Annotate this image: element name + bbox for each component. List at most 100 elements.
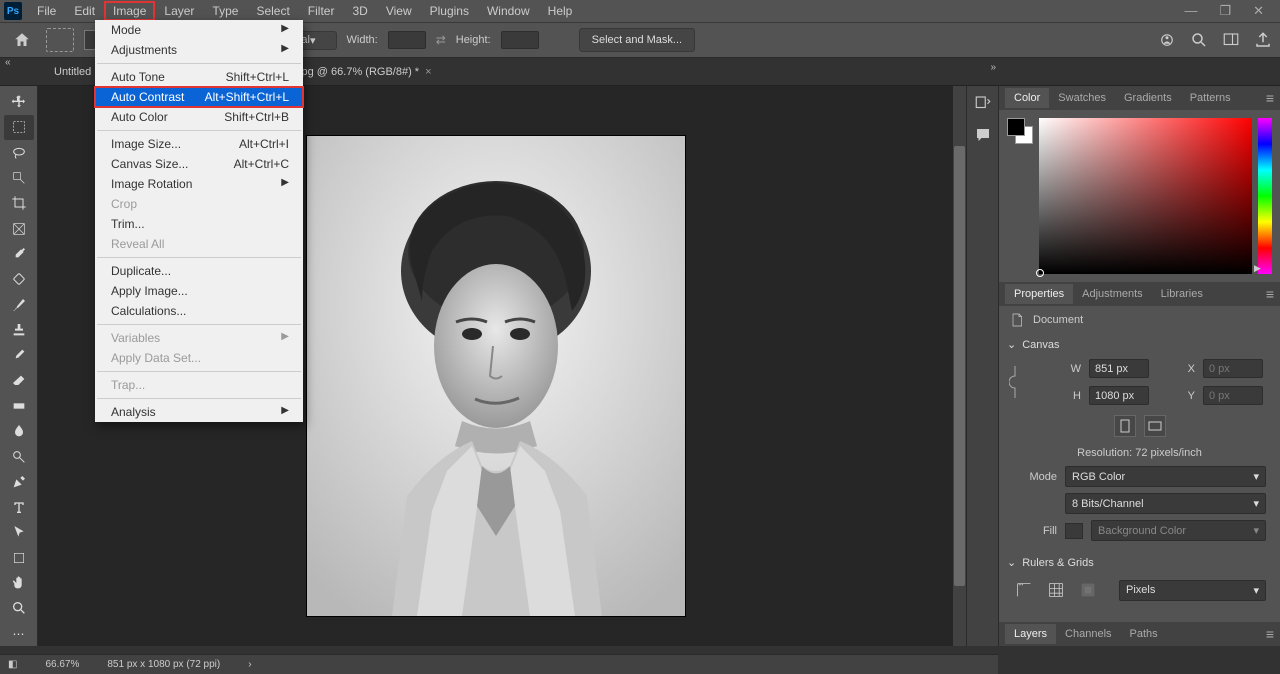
current-tool-icon[interactable] [46, 28, 74, 52]
ruler-icon[interactable] [1013, 579, 1035, 601]
path-select-tool[interactable] [4, 520, 34, 544]
menu-window[interactable]: Window [478, 1, 539, 21]
dd-duplicate[interactable]: Duplicate... [95, 261, 303, 281]
comments-panel-icon[interactable] [974, 126, 992, 144]
crop-tool[interactable] [4, 191, 34, 215]
stamp-tool[interactable] [4, 318, 34, 342]
hue-slider[interactable]: ▶ [1258, 118, 1272, 274]
tab-properties[interactable]: Properties [1005, 284, 1073, 304]
search-icon[interactable] [1190, 31, 1208, 49]
dd-canvas-size[interactable]: Canvas Size...Alt+Ctrl+C [95, 154, 303, 174]
dd-auto-tone[interactable]: Auto ToneShift+Ctrl+L [95, 67, 303, 87]
marquee-tool[interactable] [4, 115, 34, 139]
width-input[interactable] [1089, 359, 1149, 378]
mode-select[interactable]: RGB Color▾ [1065, 466, 1266, 487]
history-brush-tool[interactable] [4, 343, 34, 367]
tab-gradients[interactable]: Gradients [1115, 88, 1181, 108]
swap-icon[interactable]: ⇄ [436, 33, 446, 47]
dd-analysis[interactable]: Analysis▶ [95, 402, 303, 422]
x-input[interactable] [1203, 359, 1263, 378]
layers-panel-menu-icon[interactable]: ≡ [1266, 626, 1280, 642]
zoom-level[interactable]: 66.67% [45, 659, 79, 670]
blur-tool[interactable] [4, 419, 34, 443]
move-tool[interactable] [4, 90, 34, 114]
collapse-left-icon[interactable]: « [5, 57, 11, 68]
pen-tool[interactable] [4, 470, 34, 494]
tab-layers[interactable]: Layers [1005, 624, 1056, 644]
select-and-mask-button[interactable]: Select and Mask... [579, 28, 696, 52]
canvas-scrollbar[interactable] [953, 86, 966, 646]
units-select[interactable]: Pixels▾ [1119, 580, 1266, 601]
dd-apply-image[interactable]: Apply Image... [95, 281, 303, 301]
brush-tool[interactable] [4, 293, 34, 317]
type-tool[interactable] [4, 495, 34, 519]
portrait-button[interactable] [1114, 415, 1136, 437]
tab-paths[interactable]: Paths [1121, 624, 1167, 644]
fill-swatch[interactable] [1065, 523, 1083, 539]
dd-auto-color[interactable]: Auto ColorShift+Ctrl+B [95, 107, 303, 127]
menu-edit[interactable]: Edit [65, 1, 104, 21]
menu-view[interactable]: View [377, 1, 421, 21]
more-tools[interactable]: ⋯ [4, 622, 34, 646]
link-icon[interactable] [1009, 362, 1021, 402]
tab-untitled[interactable]: Untitled [44, 61, 101, 83]
gradient-tool[interactable] [4, 394, 34, 418]
dd-adjustments[interactable]: Adjustments▶ [95, 40, 303, 60]
history-panel-icon[interactable] [974, 94, 992, 112]
menu-image[interactable]: Image [104, 1, 155, 21]
menu-select[interactable]: Select [247, 1, 298, 21]
menu-file[interactable]: File [28, 1, 65, 21]
menu-plugins[interactable]: Plugins [421, 1, 478, 21]
shape-tool[interactable] [4, 546, 34, 570]
healing-tool[interactable] [4, 267, 34, 291]
grid-icon[interactable] [1045, 579, 1067, 601]
dd-trim[interactable]: Trim... [95, 214, 303, 234]
selection-tool[interactable] [4, 166, 34, 190]
width-input[interactable] [388, 31, 426, 49]
menu-help[interactable]: Help [539, 1, 582, 21]
zoom-tool[interactable] [4, 596, 34, 620]
tab-patterns[interactable]: Patterns [1181, 88, 1240, 108]
frame-tool[interactable] [4, 217, 34, 241]
tab-close-icon[interactable]: × [425, 66, 431, 78]
fg-color-swatch[interactable] [1007, 118, 1025, 136]
tab-adjustments[interactable]: Adjustments [1073, 284, 1152, 304]
eraser-tool[interactable] [4, 368, 34, 392]
collapse-right-icon[interactable]: » [990, 62, 996, 73]
minimize-icon[interactable]: — [1184, 3, 1197, 19]
color-panel-menu-icon[interactable]: ≡ [1266, 90, 1280, 106]
share-icon[interactable] [1254, 31, 1272, 49]
landscape-button[interactable] [1144, 415, 1166, 437]
tab-channels[interactable]: Channels [1056, 624, 1120, 644]
menu-layer[interactable]: Layer [155, 1, 203, 21]
status-chevron-icon[interactable]: › [248, 659, 251, 670]
close-icon[interactable]: ✕ [1253, 3, 1264, 19]
height-input[interactable] [501, 31, 539, 49]
cloud-icon[interactable] [1158, 31, 1176, 49]
tab-swatches[interactable]: Swatches [1049, 88, 1115, 108]
workspace-icon[interactable] [1222, 31, 1240, 49]
dd-image-rotation[interactable]: Image Rotation▶ [95, 174, 303, 194]
menu-filter[interactable]: Filter [299, 1, 344, 21]
dd-image-size[interactable]: Image Size...Alt+Ctrl+I [95, 134, 303, 154]
chevron-down-icon[interactable]: ⌄ [1007, 556, 1016, 569]
menu-3d[interactable]: 3D [343, 1, 376, 21]
eyedropper-tool[interactable] [4, 242, 34, 266]
dd-mode[interactable]: Mode▶ [95, 20, 303, 40]
y-input[interactable] [1203, 386, 1263, 405]
home-button[interactable] [8, 27, 36, 53]
height-input[interactable] [1089, 386, 1149, 405]
bits-select[interactable]: 8 Bits/Channel▾ [1065, 493, 1266, 514]
restore-icon[interactable]: ❐ [1219, 3, 1231, 19]
fill-select[interactable]: Background Color▾ [1091, 520, 1266, 541]
tab-color[interactable]: Color [1005, 88, 1049, 108]
quickmask-icon[interactable]: ◧ [8, 659, 17, 670]
dd-calculations[interactable]: Calculations... [95, 301, 303, 321]
guides-icon[interactable] [1077, 579, 1099, 601]
props-panel-menu-icon[interactable]: ≡ [1266, 286, 1280, 302]
hand-tool[interactable] [4, 571, 34, 595]
dodge-tool[interactable] [4, 444, 34, 468]
dd-auto-contrast[interactable]: Auto ContrastAlt+Shift+Ctrl+L [95, 87, 303, 107]
menu-type[interactable]: Type [203, 1, 247, 21]
chevron-down-icon[interactable]: ⌄ [1007, 338, 1016, 351]
